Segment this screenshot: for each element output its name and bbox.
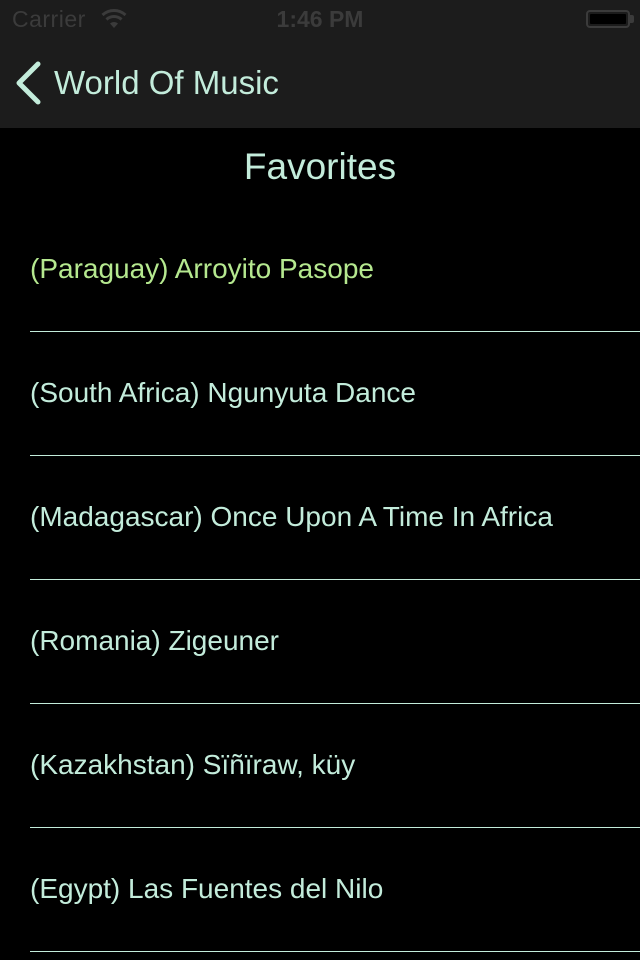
list-item[interactable]: (Paraguay) Arroyito Pasope (0, 208, 640, 332)
battery-icon (586, 10, 630, 28)
page-title: Favorites (243, 146, 397, 187)
favorites-list: (Paraguay) Arroyito Pasope (South Africa… (0, 208, 640, 952)
list-item[interactable]: (Romania) Zigeuner (0, 580, 640, 704)
status-bar: Carrier 1:46 PM (0, 0, 640, 40)
list-item[interactable]: (South Africa) Ngunyuta Dance (0, 332, 640, 456)
list-item-label: (Madagascar) Once Upon A Time In Africa (30, 501, 553, 532)
list-item-label: (Kazakhstan) Sïñïraw, küy (30, 749, 356, 780)
battery-nub (630, 15, 634, 23)
navigation-bar: World Of Music (0, 40, 640, 128)
back-button-label: World Of Music (54, 64, 279, 101)
list-item-label: (Paraguay) Arroyito Pasope (30, 253, 374, 284)
chevron-left-icon (16, 61, 41, 105)
list-item-label: (Romania) Zigeuner (30, 625, 279, 656)
back-button[interactable]: World Of Music (14, 58, 279, 108)
list-item[interactable]: (Egypt) Las Fuentes del Nilo (0, 828, 640, 952)
row-separator (30, 951, 640, 952)
list-item[interactable]: (Kazakhstan) Sïñïraw, küy (0, 704, 640, 828)
list-item-label: (Egypt) Las Fuentes del Nilo (30, 873, 384, 904)
status-time: 1:46 PM (276, 6, 364, 32)
list-item[interactable]: (Madagascar) Once Upon A Time In Africa (0, 456, 640, 580)
list-item-label: (South Africa) Ngunyuta Dance (30, 377, 416, 408)
